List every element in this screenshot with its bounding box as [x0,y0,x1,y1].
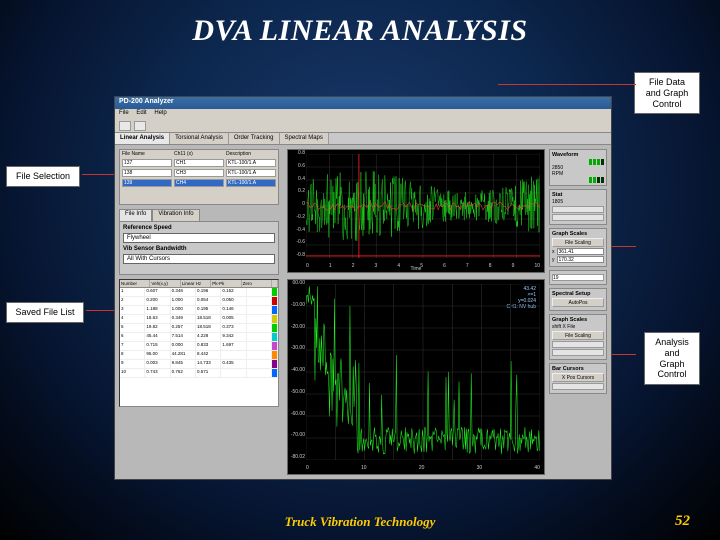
leader-line [82,174,118,175]
field[interactable] [552,214,604,221]
label-reference-speed: Reference Speed [123,225,275,231]
file-scaling-button[interactable]: File Scaling [552,331,604,340]
file-cell[interactable]: CH3 [174,169,224,177]
menubar: File Edit Help [115,109,611,119]
x-axis-ticks: 010203040 [306,465,540,473]
panel-heading: Waveform [552,152,604,158]
callout-saved-file-list: Saved File List [6,302,84,323]
menu-help[interactable]: Help [154,110,166,116]
file-cell[interactable]: KTL-100/1.A [226,169,276,177]
table-row[interactable]: 418.630.34918.5180.005 [120,315,278,324]
table-row[interactable]: 90.0039.84514.7330.435 [120,360,278,369]
stat-value: 1805 [552,199,604,205]
page-number: 52 [675,513,690,530]
bar-cursors-panel: Bar Cursors X Pos Cursors [549,363,607,394]
panel-heading: Bar Cursors [552,366,604,372]
label-bandwidth: Vib Sensor Bandwidth [123,246,275,252]
info-subtabs: File Info Vibration Info [119,209,279,221]
toolbar-button[interactable] [134,121,146,131]
table-row[interactable]: 70.7150.0000.8331.697 [120,342,278,351]
table-row[interactable]: 895.0044.2818.442 [120,351,278,360]
table-row[interactable]: 645.447.5144.2289.342 [120,333,278,342]
subtab-vibration-info[interactable]: Vibration Info [152,209,199,221]
toolbar-button[interactable] [119,121,131,131]
file-scaling-button[interactable]: File Scaling [552,238,604,247]
callout-file-data: File Data and Graph Control [634,72,700,114]
col-header: Number [120,280,150,287]
file-cell-selected[interactable]: CH4 [174,179,224,187]
leader-line [498,84,636,85]
bandwidth-select[interactable]: All With Cursors [123,254,275,264]
reference-speed-select[interactable]: Flywheel [123,233,275,243]
stat-panel: Stat 1805 [549,189,607,225]
right-column: Waveform 2850 RPM Stat 1805 Graph Scales… [549,149,607,475]
tab-torsional-analysis[interactable]: Torsional Analysis [170,133,229,144]
subtab-file-info[interactable]: File Info [119,209,152,221]
field[interactable] [552,206,604,213]
reference-panel: Reference Speed Flywheel Vib Sensor Band… [119,221,279,275]
plot-area: 0.80.60.40.20-0.2-0.4-0.6-0.8 0123456789… [287,149,545,475]
callout-analysis-control: Analysis and Graph Control [644,332,700,385]
app-window: PD-200 Analyzer File Edit Help Linear An… [114,96,612,480]
slide-title: DVA LINEAR ANALYSIS [0,0,720,48]
numeric-field[interactable]: 19 [552,274,604,281]
file-selection-panel: File Name Ch11 (x) Description 137 CH1 K… [119,149,279,205]
x-axis-label: Time [288,266,544,272]
table-row[interactable]: 20.2001.0000.0540.050 [120,297,278,306]
col-header: Linear Hz [181,280,211,287]
spectrum-plot[interactable]: 43.42×=1y=0.024CH1: NV hub 00.00-10.00-2… [287,279,545,475]
col-header: Ch11 (x) [174,151,224,157]
panel-heading: Spectral Setup [552,291,604,297]
field[interactable] [552,341,604,348]
waveform-info-panel: Waveform 2850 RPM [549,149,607,186]
col-header: Veh(x,y) [150,280,180,287]
tab-spectral-maps[interactable]: Spectral Maps [280,133,329,144]
toolbar [115,119,611,133]
table-row[interactable]: 31.1881.0000.1950.146 [120,306,278,315]
graph-scales-panel: Graph Scales File Scaling x361.41 y170.3… [549,228,607,267]
graph-scales-panel-2: Graph Scales shift X File File Scaling [549,314,607,360]
callout-file-selection: File Selection [6,166,80,187]
y-axis-ticks: 0.80.60.40.20-0.2-0.4-0.6-0.8 [289,150,305,258]
level-leds [552,177,604,183]
tab-order-tracking[interactable]: Order Tracking [229,133,280,144]
file-cell[interactable]: 138 [122,169,172,177]
value-panel: 19 [549,270,607,285]
col-header: Description [226,151,276,157]
table-row[interactable]: 519.820.25718.5180.373 [120,324,278,333]
scale-x-input[interactable]: 361.41 [557,248,605,255]
panel-heading: Graph Scales [552,317,604,323]
file-cell-selected[interactable]: 139 [122,179,172,187]
label: shift X File [552,324,604,330]
autopos-button[interactable]: AutoPos [552,298,604,307]
scale-y-input[interactable]: 170.32 [557,256,605,263]
menu-edit[interactable]: Edit [136,110,146,116]
saved-file-list[interactable]: Number Veh(x,y) Linear Hz Pk-Pk Zero 10.… [119,279,279,407]
cursors-button[interactable]: X Pos Cursors [552,373,604,382]
left-column: File Name Ch11 (x) Description 137 CH1 K… [115,145,283,479]
field[interactable] [552,383,604,390]
file-cell[interactable]: 137 [122,159,172,167]
menu-file[interactable]: File [119,110,129,116]
col-header: Zero [242,280,272,287]
tab-linear-analysis[interactable]: Linear Analysis [115,133,170,144]
col-header: File Name [122,151,172,157]
table-row[interactable]: 100.7430.7620.571 [120,369,278,378]
window-titlebar[interactable]: PD-200 Analyzer [115,97,611,109]
time-waveform-plot[interactable]: 0.80.60.40.20-0.2-0.4-0.6-0.8 0123456789… [287,149,545,273]
main-tabs: Linear Analysis Torsional Analysis Order… [115,133,611,145]
file-cell-selected[interactable]: KTL-100/1.A [226,179,276,187]
file-cell[interactable]: CH1 [174,159,224,167]
footer-text: Truck Vibration Technology [0,514,720,530]
table-row[interactable]: 10.6070.3480.1960.152 [120,288,278,297]
col-header: Pk-Pk [211,280,241,287]
spectral-setup-panel: Spectral Setup AutoPos [549,288,607,311]
file-cell[interactable]: KTL-100/1.A [226,159,276,167]
y-axis-ticks: 00.00-10.00-20.00-30.00-40.00-50.00-60.0… [289,280,305,460]
panel-heading: Stat [552,192,604,198]
field[interactable] [552,349,604,356]
panel-heading: Graph Scales [552,231,604,237]
leader-line [86,310,116,311]
